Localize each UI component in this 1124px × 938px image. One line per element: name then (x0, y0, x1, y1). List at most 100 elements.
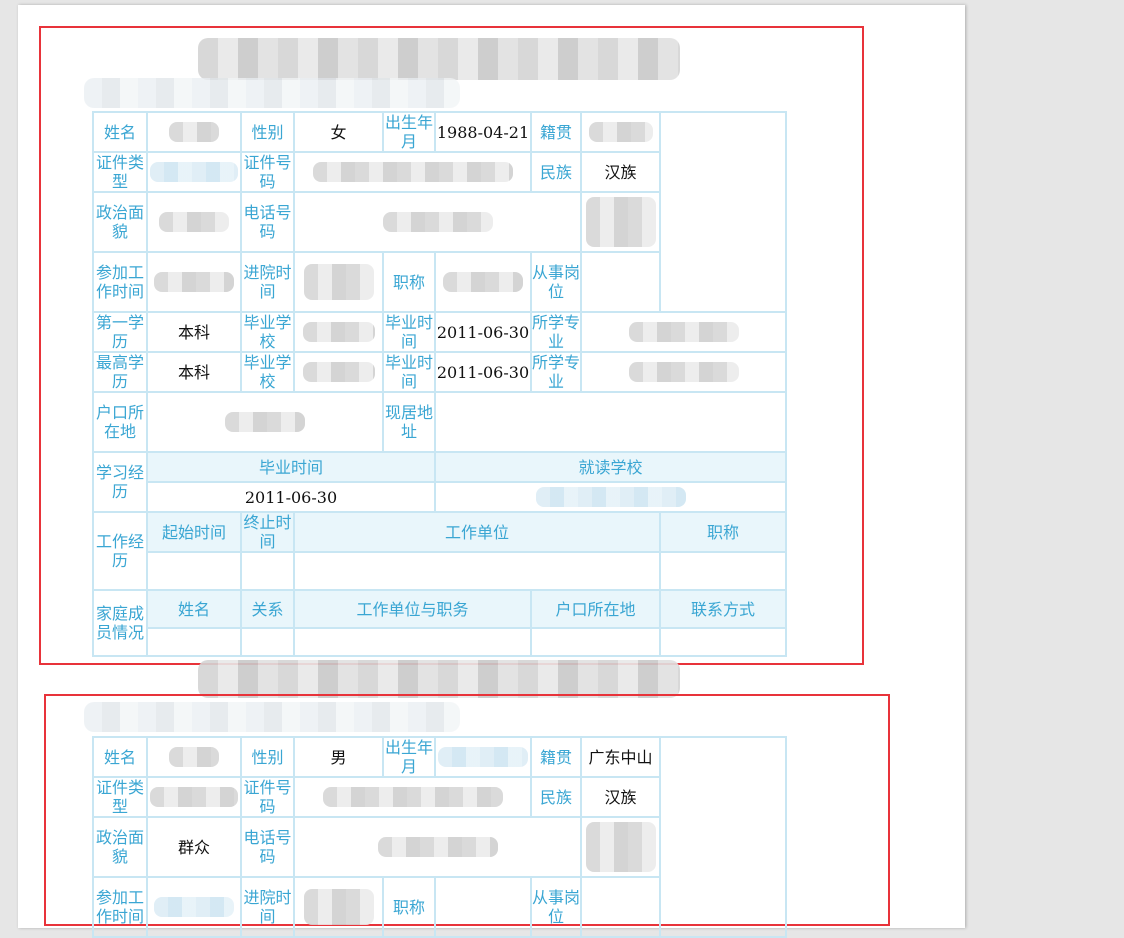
label-ethnicity: 民族 (530, 151, 582, 193)
label-study-history: 学习经历 (92, 451, 148, 513)
photo-cell-2 (659, 736, 787, 938)
id-type-value-2 (146, 776, 242, 818)
extra-value-2 (580, 816, 661, 878)
first-grad-school-value (293, 311, 384, 353)
label-id-number-2: 证件号码 (240, 776, 295, 818)
political-value (146, 191, 242, 253)
family-name-cell (146, 627, 242, 657)
label-native-place: 籍贯 (530, 111, 582, 153)
phone-value-2 (293, 816, 582, 878)
title-value (434, 251, 532, 313)
title-value-2 (434, 876, 532, 938)
label-work-history: 工作经历 (92, 511, 148, 591)
family-contact-cell (659, 627, 787, 657)
label-hospital-entry: 进院时间 (240, 251, 295, 313)
label-id-number: 证件号码 (240, 151, 295, 193)
id-type-value (146, 151, 242, 193)
redacted-title-2 (198, 660, 680, 698)
residence-value (434, 391, 787, 453)
name-value (146, 111, 242, 153)
label-ethnicity-2: 民族 (530, 776, 582, 818)
label-gender-2: 性别 (240, 736, 295, 778)
hospital-entry-value (293, 251, 384, 313)
label-id-type-2: 证件类型 (92, 776, 148, 818)
label-work-start: 参加工作时间 (92, 251, 148, 313)
work-start-value (146, 251, 242, 313)
label-family: 家庭成员情况 (92, 589, 148, 657)
header-end-time: 终止时间 (240, 511, 295, 553)
native-place-value-2: 广东中山 (580, 736, 661, 778)
label-hospital-entry-2: 进院时间 (240, 876, 295, 938)
highest-grad-time-value: 2011-06-30 (434, 351, 532, 393)
label-highest-grad-time: 毕业时间 (382, 351, 436, 393)
label-hukou: 户口所在地 (92, 391, 148, 453)
label-post-2: 从事岗位 (530, 876, 582, 938)
study-school-value (434, 481, 787, 513)
birth-value-2 (434, 736, 532, 778)
extra-value (580, 191, 661, 253)
employee-table-2: 姓名 性别 男 出生年月 籍贯 广东中山 证件类型 证件号码 民族 汉族 政治面… (92, 736, 787, 938)
work-start-value-2 (146, 876, 242, 938)
label-title-2: 职称 (382, 876, 436, 938)
label-first-major: 所学专业 (530, 311, 582, 353)
header-contact: 联系方式 (659, 589, 787, 629)
label-birth-2: 出生年月 (382, 736, 436, 778)
id-number-value (293, 151, 532, 193)
name-value-2 (146, 736, 242, 778)
photo-cell (659, 111, 787, 313)
label-native-place-2: 籍贯 (530, 736, 582, 778)
label-phone-2: 电话号码 (240, 816, 295, 878)
birth-value: 1988-04-21 (434, 111, 532, 153)
work-start-cell (146, 551, 242, 591)
label-id-type: 证件类型 (92, 151, 148, 193)
post-value-2 (580, 876, 661, 938)
label-residence: 现居地址 (382, 391, 436, 453)
label-name: 姓名 (92, 111, 148, 153)
label-work-start-2: 参加工作时间 (92, 876, 148, 938)
work-title-cell (659, 551, 787, 591)
first-grad-time-value: 2011-06-30 (434, 311, 532, 353)
id-number-value-2 (293, 776, 532, 818)
hospital-entry-value-2 (293, 876, 384, 938)
header-job-title: 职称 (659, 511, 787, 553)
label-first-edu: 第一学历 (92, 311, 148, 353)
hukou-value (146, 391, 384, 453)
label-highest-grad-school: 毕业学校 (240, 351, 295, 393)
label-highest-edu: 最高学历 (92, 351, 148, 393)
label-highest-major: 所学专业 (530, 351, 582, 393)
label-political-2: 政治面貌 (92, 816, 148, 878)
family-hukou-cell (530, 627, 661, 657)
post-value (580, 251, 661, 313)
redacted-title-1 (198, 38, 680, 80)
highest-edu-value: 本科 (146, 351, 242, 393)
label-first-grad-time: 毕业时间 (382, 311, 436, 353)
header-school: 就读学校 (434, 451, 787, 483)
ethnicity-value: 汉族 (580, 151, 661, 193)
phone-value (293, 191, 582, 253)
first-edu-value: 本科 (146, 311, 242, 353)
redacted-subtitle-1 (84, 78, 460, 108)
first-major-value (580, 311, 787, 353)
label-phone: 电话号码 (240, 191, 295, 253)
header-grad-time: 毕业时间 (146, 451, 436, 483)
label-birth: 出生年月 (382, 111, 436, 153)
label-title: 职称 (382, 251, 436, 313)
native-place-value (580, 111, 661, 153)
header-employer: 工作单位 (293, 511, 661, 553)
header-member-hukou: 户口所在地 (530, 589, 661, 629)
political-value-2: 群众 (146, 816, 242, 878)
highest-grad-school-value (293, 351, 384, 393)
label-post: 从事岗位 (530, 251, 582, 313)
label-first-grad-school: 毕业学校 (240, 311, 295, 353)
employee-table-1: 姓名 性别 女 出生年月 1988-04-21 籍贯 证件类型 证件号码 民族 … (92, 111, 787, 657)
header-relation: 关系 (240, 589, 295, 629)
label-name-2: 姓名 (92, 736, 148, 778)
label-gender: 性别 (240, 111, 295, 153)
header-member-name: 姓名 (146, 589, 242, 629)
study-grad-time-value: 2011-06-30 (146, 481, 436, 513)
family-relation-cell (240, 627, 295, 657)
header-employer-position: 工作单位与职务 (293, 589, 532, 629)
highest-major-value (580, 351, 787, 393)
work-end-cell (240, 551, 295, 591)
work-employer-cell (293, 551, 661, 591)
